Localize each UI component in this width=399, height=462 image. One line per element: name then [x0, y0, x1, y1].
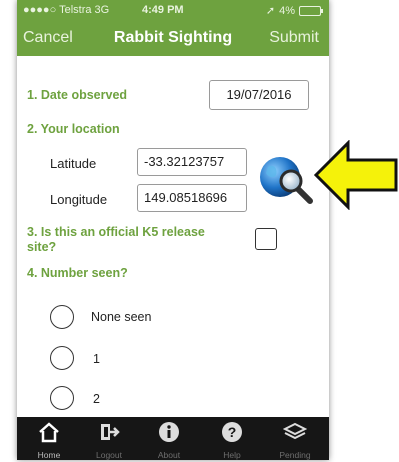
tab-label-home: Home	[37, 450, 61, 460]
layers-icon	[265, 420, 325, 444]
phone-screen: ●●●●○ Telstra 3G 4:49 PM ➚ 4% Cancel Rab…	[17, 0, 329, 460]
status-right: ➚ 4%	[265, 4, 323, 17]
tab-label-pending: Pending	[279, 450, 311, 460]
date-label: 1. Date observed	[27, 88, 128, 102]
location-label: 2. Your location	[27, 122, 120, 136]
info-icon	[139, 420, 199, 444]
battery-icon	[299, 5, 323, 16]
help-icon: ?	[202, 420, 262, 444]
home-icon	[19, 420, 79, 444]
tab-about[interactable]: About	[139, 417, 199, 460]
navigation-bar: Cancel Rabbit Sighting Submit	[17, 20, 329, 56]
tab-home[interactable]: Home	[19, 417, 79, 460]
option-label-none-seen: None seen	[91, 310, 152, 324]
option-label-one: 1	[93, 352, 100, 366]
location-arrow-icon: ➚	[265, 5, 276, 17]
tab-label-help: Help	[223, 450, 241, 460]
battery-percent: 4%	[279, 4, 295, 17]
radio-one[interactable]	[50, 346, 74, 370]
option-label-two: 2	[93, 392, 100, 406]
status-time: 4:49 PM	[142, 4, 184, 16]
svg-text:?: ?	[228, 424, 237, 440]
logout-icon	[79, 420, 139, 444]
tab-label-logout: Logout	[96, 450, 122, 460]
longitude-label: Longitude	[50, 192, 108, 207]
k5-release-label: 3. Is this an official K5 release site?	[27, 225, 205, 255]
carrier-signal: ●●●●○ Telstra 3G	[23, 4, 110, 16]
radio-two[interactable]	[50, 386, 74, 410]
k5-label-line2: site?	[27, 240, 57, 254]
latitude-field[interactable]: -33.32123757	[137, 148, 247, 176]
globe-search-icon[interactable]	[258, 153, 316, 205]
tab-bar: Home Logout About ? Help Pending	[17, 417, 329, 460]
date-field[interactable]: 19/07/2016	[209, 80, 309, 110]
tab-pending[interactable]: Pending	[265, 417, 325, 460]
tab-logout[interactable]: Logout	[79, 417, 139, 460]
longitude-field[interactable]: 149.08518696	[137, 184, 247, 212]
radio-none-seen[interactable]	[50, 305, 74, 329]
k5-label-line1: 3. Is this an official K5 release	[27, 225, 205, 239]
tab-help[interactable]: ? Help	[202, 417, 262, 460]
k5-release-checkbox[interactable]	[255, 228, 277, 250]
status-bar: ●●●●○ Telstra 3G 4:49 PM ➚ 4%	[17, 0, 329, 20]
tab-label-about: About	[157, 450, 181, 460]
latitude-label: Latitude	[50, 156, 97, 171]
yellow-arrow-icon	[313, 139, 398, 215]
number-seen-label: 4. Number seen?	[27, 266, 128, 280]
submit-button[interactable]: Submit	[269, 29, 319, 47]
